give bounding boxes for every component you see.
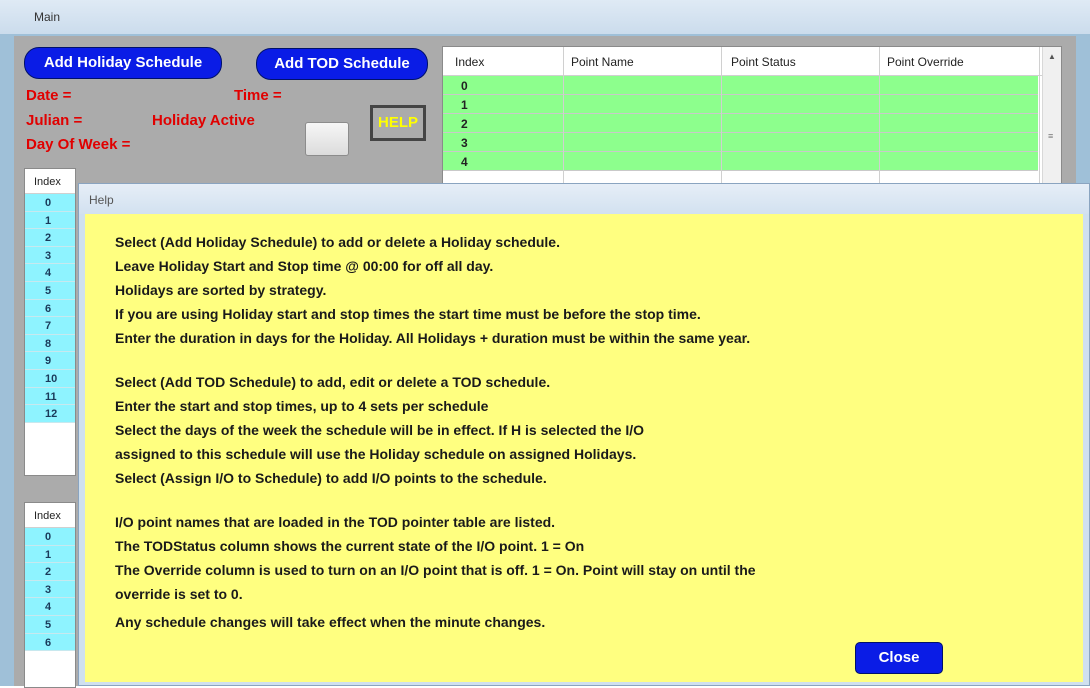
tod-schedule-list[interactable]: Index 0 1 2 3 4 5 6 [24,502,76,688]
tod-point-grid[interactable]: Index Point Name Point Status Point Over… [442,46,1062,188]
list-item[interactable]: 4 [25,598,75,616]
list-item[interactable]: 4 [25,264,75,282]
help-text-line: Enter the start and stop times, up to 4 … [115,398,489,414]
list-item[interactable]: 0 [25,528,75,546]
main-titlebar[interactable]: Main [0,0,1090,34]
grid-header-index[interactable]: Index [455,55,484,69]
list-item[interactable]: 1 [25,211,75,230]
grid-row-index: 0 [461,79,468,93]
close-button[interactable]: Close [855,642,943,674]
help-dialog-title: Help [89,193,114,207]
help-text-line: Holidays are sorted by strategy. [115,282,327,298]
list-item[interactable]: 3 [25,246,75,265]
help-text-line: Leave Holiday Start and Stop time @ 00:0… [115,258,494,274]
grid-row[interactable]: 4 [443,152,1038,171]
list-item[interactable]: 2 [25,229,75,247]
grid-header-point-status[interactable]: Point Status [731,55,796,69]
list-item[interactable]: 5 [25,615,75,634]
help-text-line: I/O point names that are loaded in the T… [115,514,556,530]
add-holiday-schedule-button[interactable]: Add Holiday Schedule [24,47,222,79]
list-item[interactable]: 6 [25,633,75,652]
grid-row-index: 4 [461,155,468,169]
holiday-active-label: Holiday Active [152,112,255,129]
help-dialog: Help Select (Add Holiday Schedule) to ad… [78,183,1090,686]
list-item[interactable]: 6 [25,299,75,318]
grid-row[interactable]: 2 [443,114,1038,133]
list-item[interactable]: 9 [25,352,75,370]
help-button[interactable]: HELP [370,105,426,141]
help-text-line: Enter the duration in days for the Holid… [115,330,751,346]
list-item[interactable]: 5 [25,281,75,300]
scroll-up-arrow-icon[interactable]: ▲ [1048,52,1056,61]
grid-column-divider [721,47,722,187]
list-item[interactable]: 8 [25,334,75,353]
grid-header: Index Point Name Point Status Point Over… [443,47,1043,76]
grid-row-index: 2 [461,117,468,131]
help-text-line: override is set to 0. [115,586,243,602]
grid-header-point-name[interactable]: Point Name [571,55,634,69]
grid-column-divider [563,47,564,187]
help-text-line: Select the days of the week the schedule… [115,422,645,438]
help-text-line: Select (Add Holiday Schedule) to add or … [115,234,560,250]
time-label: Time = [234,87,282,104]
help-text-line: The TODStatus column shows the current s… [115,538,585,554]
list-item[interactable]: 11 [25,387,75,406]
help-text-line: assigned to this schedule will use the H… [115,446,637,462]
help-text-line: Select (Add TOD Schedule) to add, edit o… [115,374,551,390]
grid-row-index: 3 [461,136,468,150]
tod-list-header[interactable]: Index [25,503,75,528]
grid-column-divider [1039,47,1040,187]
grid-row-index: 1 [461,98,468,112]
add-tod-schedule-button[interactable]: Add TOD Schedule [256,48,428,80]
list-item[interactable]: 3 [25,580,75,599]
grid-row[interactable]: 1 [443,95,1038,114]
help-content: Select (Add Holiday Schedule) to add or … [85,214,1083,682]
scroll-grip-icon[interactable]: ≡ [1048,131,1053,141]
holiday-list-header[interactable]: Index [25,169,75,194]
help-text-line: Any schedule changes will take effect wh… [115,614,546,630]
grid-row[interactable]: 3 [443,133,1038,152]
help-titlebar[interactable]: Help [79,184,1089,214]
list-item[interactable]: 10 [25,369,75,388]
list-item[interactable]: 0 [25,194,75,212]
help-text-line: Select (Assign I/O to Schedule) to add I… [115,470,547,486]
grid-column-divider [879,47,880,187]
list-item[interactable]: 7 [25,317,75,335]
grid-header-point-override[interactable]: Point Override [887,55,964,69]
help-text-line: If you are using Holiday start and stop … [115,306,701,322]
list-item[interactable]: 1 [25,545,75,564]
list-item[interactable]: 2 [25,563,75,581]
list-item[interactable]: 12 [25,405,75,423]
day-of-week-label: Day Of Week = [26,136,131,153]
holiday-active-indicator-button[interactable] [305,122,349,156]
holiday-schedule-list[interactable]: Index 0 1 2 3 4 5 6 7 8 9 10 11 12 [24,168,76,476]
julian-label: Julian = [26,112,83,129]
grid-row[interactable]: 0 [443,76,1038,95]
main-window-title: Main [34,10,61,24]
date-label: Date = [26,87,72,104]
help-text-line: The Override column is used to turn on a… [115,562,756,578]
grid-vertical-scrollbar[interactable]: ▲ ≡ [1042,47,1061,187]
